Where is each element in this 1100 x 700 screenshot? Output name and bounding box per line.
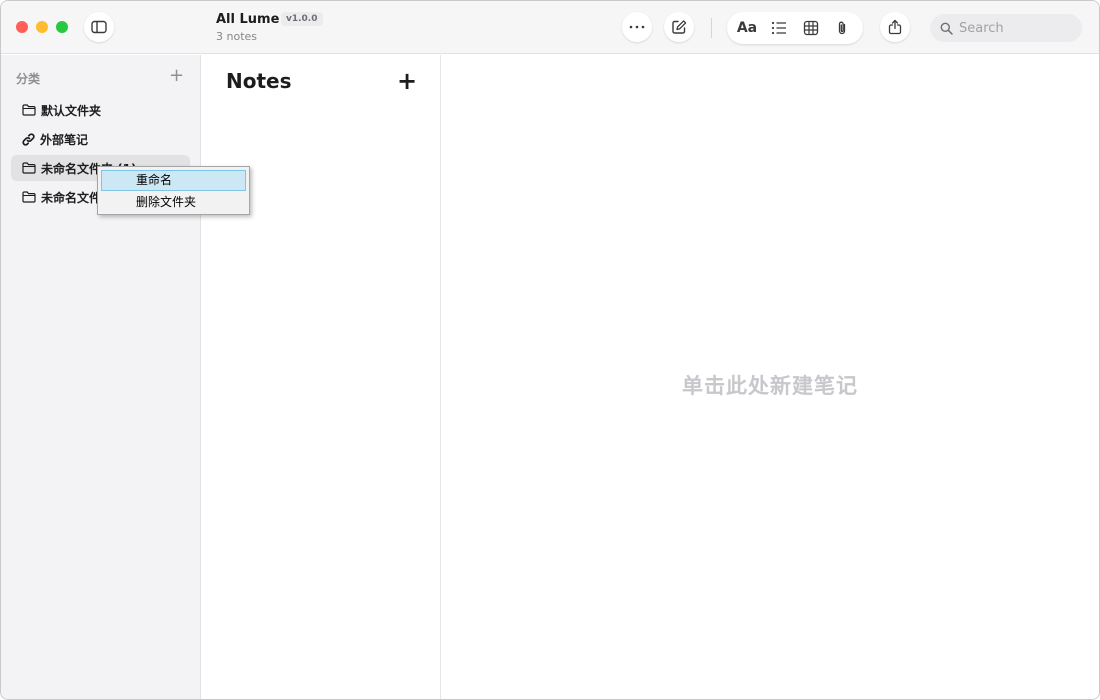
sidebar-item-default-folder[interactable]: 默认文件夹 (11, 97, 190, 123)
add-note-button[interactable]: + (397, 69, 417, 93)
folder-icon (22, 104, 36, 116)
link-icon (22, 132, 35, 146)
search-box (930, 14, 1082, 42)
checklist-icon (771, 21, 786, 35)
compose-icon (672, 20, 687, 34)
format-label: Aa (736, 20, 758, 36)
sidebar-item-external-notes[interactable]: 外部笔记 (11, 126, 190, 152)
app-window: All Lume v1.0.0 3 notes Aa Search 分类 + 默… (0, 0, 1100, 700)
sidebar-item-label: 默认文件夹 (41, 103, 102, 118)
ellipsis-icon (629, 25, 645, 29)
table-icon (803, 20, 819, 36)
sidebar: 分类 + 默认文件夹 外部笔记 未命名文件夹 (1) 未命名文件夹 (1, 55, 201, 699)
paperclip-icon (838, 21, 846, 35)
window-close-button[interactable] (16, 21, 28, 33)
checklist-button[interactable] (764, 12, 794, 44)
format-toolbar-group: Aa (727, 12, 863, 44)
toolbar-divider (711, 18, 712, 38)
notes-title: Notes (226, 69, 292, 93)
attachment-button[interactable] (827, 12, 857, 44)
menu-item-delete-folder[interactable]: 删除文件夹 (101, 192, 246, 213)
compose-button[interactable] (664, 12, 694, 42)
share-button[interactable] (880, 12, 910, 42)
table-button[interactable] (796, 12, 826, 44)
menu-item-rename[interactable]: 重命名 (101, 170, 246, 191)
format-button[interactable]: Aa (732, 12, 762, 44)
notes-list-panel: Notes + (201, 55, 441, 699)
sidebar-icon (91, 20, 107, 34)
search-icon (940, 22, 953, 35)
note-count: 3 notes (216, 30, 258, 43)
folder-icon (22, 162, 36, 174)
more-button[interactable] (622, 12, 652, 42)
folder-context-menu: 重命名 删除文件夹 (97, 166, 250, 215)
sidebar-item-label: 外部笔记 (40, 132, 89, 147)
add-folder-button[interactable]: + (169, 67, 184, 85)
search-input[interactable] (959, 20, 1069, 36)
toolbar: All Lume v1.0.0 3 notes Aa (1, 1, 1099, 54)
folder-icon (22, 191, 36, 203)
version-badge: v1.0.0 (281, 12, 323, 26)
window-maximize-button[interactable] (56, 21, 68, 33)
new-note-hint[interactable]: 单击此处新建笔记 (441, 370, 1099, 400)
editor-area[interactable]: 单击此处新建笔记 (441, 55, 1099, 699)
app-title: All Lume (216, 12, 280, 27)
sidebar-toggle-button[interactable] (84, 12, 114, 42)
window-minimize-button[interactable] (36, 21, 48, 33)
sidebar-header: 分类 (16, 72, 41, 86)
share-icon (888, 19, 902, 35)
